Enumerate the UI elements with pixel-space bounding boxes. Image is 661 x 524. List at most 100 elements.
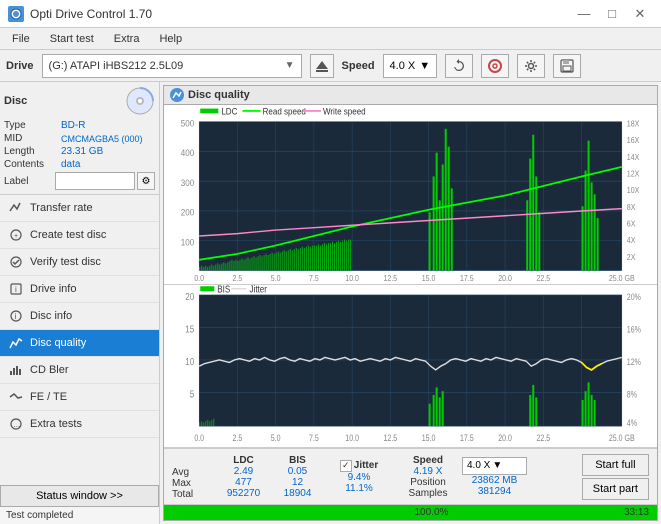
- minimize-button[interactable]: —: [571, 4, 597, 24]
- refresh-icon: [452, 59, 466, 73]
- svg-text:100: 100: [181, 237, 194, 248]
- nav-extra-tests[interactable]: ... Extra tests: [0, 411, 159, 438]
- disc-icon-button[interactable]: [481, 54, 509, 78]
- settings-icon-button[interactable]: [517, 54, 545, 78]
- nav-disc-quality[interactable]: Disc quality: [0, 330, 159, 357]
- disc-contents-field: Contents data: [4, 159, 155, 170]
- speed-col-header: Speed: [398, 455, 458, 466]
- content-area: Disc quality: [160, 82, 661, 524]
- disc-panel-title: Disc: [4, 95, 27, 107]
- svg-text:...: ...: [14, 420, 21, 429]
- nav-transfer-rate[interactable]: Transfer rate: [0, 195, 159, 222]
- drive-label: Drive: [6, 60, 34, 72]
- nav-drive-info[interactable]: i Drive info: [0, 276, 159, 303]
- jitter-checkbox[interactable]: [340, 460, 352, 472]
- disc-label-row: Label ⚙: [4, 172, 155, 190]
- maximize-button[interactable]: □: [599, 4, 625, 24]
- stats-speed-select[interactable]: 4.0 X ▼: [462, 457, 527, 475]
- eject-button[interactable]: [310, 54, 334, 78]
- refresh-button[interactable]: [445, 54, 473, 78]
- svg-text:i: i: [15, 312, 17, 321]
- nav-disc-info[interactable]: i Disc info: [0, 303, 159, 330]
- svg-text:2.5: 2.5: [233, 433, 243, 443]
- bis-col-header: BIS: [275, 455, 320, 466]
- svg-text:+: +: [14, 233, 18, 240]
- status-window-button[interactable]: Status window >>: [0, 485, 159, 507]
- svg-text:18X: 18X: [627, 119, 640, 129]
- quality-header: Disc quality: [164, 86, 657, 105]
- avg-ldc: 2.49: [216, 466, 271, 477]
- eject-icon: [315, 59, 329, 73]
- svg-text:2.5: 2.5: [233, 274, 243, 284]
- svg-text:10.0: 10.0: [345, 274, 359, 284]
- nav-verify-test-disc[interactable]: Verify test disc: [0, 249, 159, 276]
- nav-create-test-disc[interactable]: + Create test disc: [0, 222, 159, 249]
- ldc-col-header: LDC: [216, 455, 271, 466]
- disc-info-panel: Disc Type BD-R MID CMCMAGBA5 (000) Lengt…: [0, 82, 159, 195]
- menu-start-test[interactable]: Start test: [42, 31, 102, 47]
- svg-text:5: 5: [190, 388, 194, 399]
- svg-text:0.0: 0.0: [194, 433, 204, 443]
- save-icon: [560, 59, 574, 73]
- speed-select[interactable]: 4.0 X ▼: [383, 54, 438, 78]
- svg-text:17.5: 17.5: [460, 433, 474, 443]
- total-bis: 18904: [275, 488, 320, 499]
- samples-value: 381294: [462, 486, 527, 497]
- progress-bar-fill: [164, 505, 657, 520]
- menu-extra[interactable]: Extra: [106, 31, 148, 47]
- start-part-button[interactable]: Start part: [582, 478, 649, 500]
- drive-dropdown-arrow: ▼: [285, 60, 295, 71]
- extra-tests-icon: ...: [8, 416, 24, 432]
- disc-label-input[interactable]: [55, 172, 135, 190]
- transfer-rate-icon: [8, 200, 24, 216]
- svg-text:10X: 10X: [627, 186, 640, 196]
- progress-bar-container: 100.0% 33:13: [164, 504, 657, 520]
- disc-info-icon: i: [8, 308, 24, 324]
- disc-label-edit-button[interactable]: ⚙: [137, 172, 155, 190]
- cd-bler-icon: [8, 362, 24, 378]
- menu-help[interactable]: Help: [151, 31, 190, 47]
- svg-text:22.5: 22.5: [536, 274, 550, 284]
- svg-text:8%: 8%: [627, 389, 637, 399]
- nav-fe-te[interactable]: FE / TE: [0, 384, 159, 411]
- create-test-disc-icon: +: [8, 227, 24, 243]
- max-bis: 12: [275, 477, 320, 488]
- svg-text:4X: 4X: [627, 236, 636, 246]
- settings-icon: [524, 59, 538, 73]
- close-button[interactable]: ✕: [627, 4, 653, 24]
- svg-text:BIS: BIS: [217, 285, 230, 295]
- menu-bar: File Start test Extra Help: [0, 28, 661, 50]
- avg-speed: 4.19 X: [398, 466, 458, 477]
- drive-bar: Drive (G:) ATAPI iHBS212 2.5L09 ▼ Speed …: [0, 50, 661, 82]
- svg-text:10: 10: [185, 356, 194, 367]
- svg-text:15.0: 15.0: [422, 433, 436, 443]
- avg-jitter: 9.4%: [324, 472, 394, 483]
- svg-text:25.0 GB: 25.0 GB: [609, 433, 635, 443]
- nav-cd-bler[interactable]: CD Bler: [0, 357, 159, 384]
- svg-text:500: 500: [181, 118, 194, 129]
- total-label: Total: [172, 489, 212, 500]
- svg-text:0.0: 0.0: [194, 274, 204, 284]
- svg-text:2X: 2X: [627, 252, 636, 262]
- save-button[interactable]: [553, 54, 581, 78]
- svg-text:12.5: 12.5: [384, 274, 398, 284]
- menu-file[interactable]: File: [4, 31, 38, 47]
- speed-label: Speed: [342, 60, 375, 72]
- start-full-button[interactable]: Start full: [582, 454, 649, 476]
- svg-text:20: 20: [185, 291, 194, 302]
- app-icon: [8, 6, 24, 22]
- speed-dropdown-arrow: ▼: [419, 60, 430, 72]
- progress-percent: 100.0%: [415, 507, 449, 518]
- svg-text:4%: 4%: [627, 418, 637, 428]
- drive-info-icon: i: [8, 281, 24, 297]
- nav-items: Transfer rate + Create test disc Verify …: [0, 195, 159, 438]
- quality-panel-icon: [170, 88, 184, 102]
- drive-select[interactable]: (G:) ATAPI iHBS212 2.5L09 ▼: [42, 54, 302, 78]
- svg-text:25.0 GB: 25.0 GB: [609, 274, 635, 284]
- bis-chart: 20 15 10 5 20% 16% 12% 8% 4% 0.0: [164, 285, 657, 447]
- svg-text:17.5: 17.5: [460, 274, 474, 284]
- total-ldc: 952270: [216, 488, 271, 499]
- svg-text:15.0: 15.0: [422, 274, 436, 284]
- disc-type-field: Type BD-R: [4, 120, 155, 131]
- jitter-header: Jitter: [324, 460, 394, 472]
